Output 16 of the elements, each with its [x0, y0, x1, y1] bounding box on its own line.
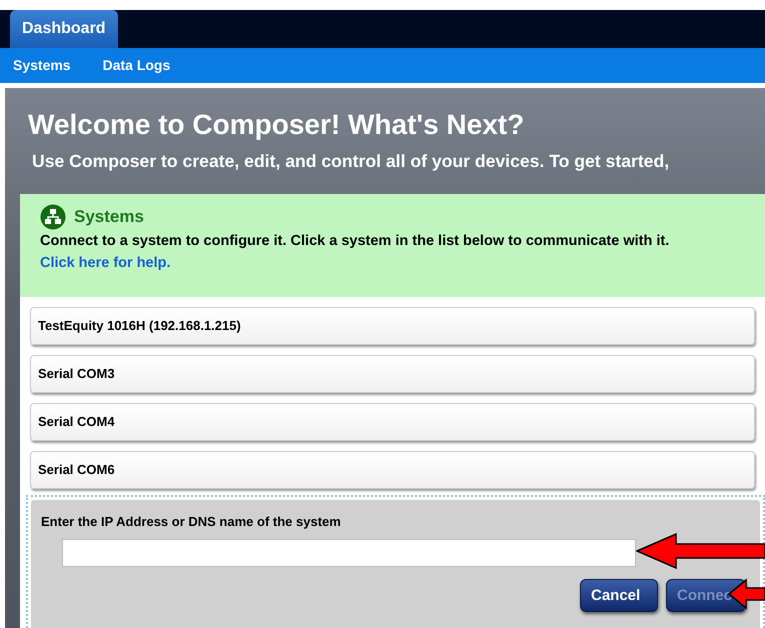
nav-link[interactable]: Systems: [13, 55, 71, 76]
dashboard-tab[interactable]: Dashboard: [10, 10, 118, 48]
system-list-item[interactable]: Serial COM3: [30, 354, 755, 393]
instructions-text: Connect to a system to configure it. Click a system in the list below to communicate with it.: [40, 232, 670, 251]
field-label: Enter the IP Address or DNS name of the system: [41, 512, 342, 531]
system-list-item[interactable]: Serial COM6: [30, 450, 755, 489]
system-list-item[interactable]: Serial COM4: [30, 402, 755, 441]
address-input-field[interactable]: [62, 539, 636, 568]
section-heading: Systems: [74, 206, 144, 228]
system-list-item[interactable]: TestEquity 1016H (192.168.1.215): [30, 306, 755, 345]
cancel-button[interactable]: Cancel: [580, 579, 658, 612]
help-link[interactable]: Click here for help.: [40, 254, 171, 271]
network-icon: [40, 204, 66, 230]
nav-link[interactable]: Data Logs: [102, 55, 170, 76]
page-subtitle: Use Composer to create, edit, and control all of your devices. To get started,: [32, 150, 670, 173]
page-title: Welcome to Composer! What's Next?: [28, 108, 526, 142]
